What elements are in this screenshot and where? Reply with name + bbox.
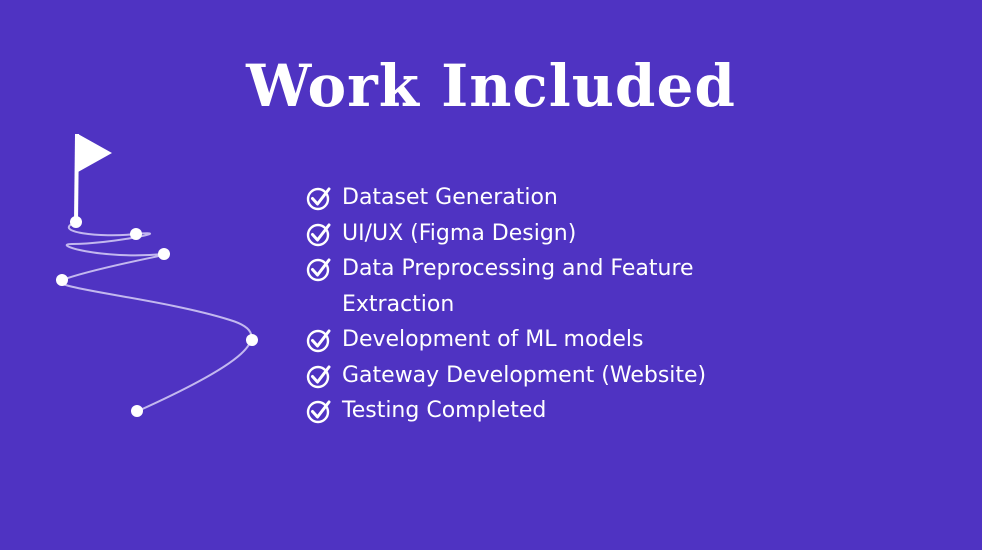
- work-items-list: Dataset Generation UI/UX (Figma Design) …: [306, 180, 766, 429]
- list-item: Dataset Generation: [306, 180, 766, 216]
- check-circle-icon: [306, 329, 331, 353]
- waypoint-dot: [130, 228, 142, 240]
- list-item-text: Testing Completed: [342, 398, 547, 423]
- list-item: Data Preprocessing and Feature Extractio…: [306, 251, 766, 322]
- roadmap-path: [59, 221, 253, 412]
- waypoint-dot: [131, 405, 143, 417]
- check-circle-icon: [306, 258, 331, 282]
- check-circle-icon: [306, 187, 331, 211]
- slide: Work Included Dataset Generation UI/UX (…: [0, 0, 982, 550]
- waypoint-dot: [158, 248, 170, 260]
- waypoint-dot: [70, 216, 82, 228]
- waypoint-dot: [246, 334, 258, 346]
- flag-icon: [78, 134, 112, 172]
- roadmap-flag-icon: [56, 133, 258, 417]
- list-item-text: Gateway Development (Website): [342, 362, 707, 388]
- list-item-text: Development of ML models: [342, 327, 644, 352]
- list-item: UI/UX (Figma Design): [306, 216, 766, 252]
- list-item: Development of ML models: [306, 322, 766, 358]
- list-item: Gateway Development (Website): [306, 358, 766, 394]
- check-circle-icon: [306, 400, 331, 424]
- check-circle-icon: [306, 223, 331, 246]
- slide-title: Work Included: [246, 52, 736, 120]
- check-circle-icon: [306, 365, 331, 388]
- list-item-text: Dataset Generation: [342, 185, 558, 210]
- flag-pole: [74, 133, 79, 223]
- list-item: Testing Completed: [306, 393, 766, 429]
- waypoint-dot: [56, 274, 68, 286]
- list-item-text: UI/UX (Figma Design): [342, 220, 577, 246]
- list-item-text: Data Preprocessing and Feature Extractio…: [342, 256, 694, 317]
